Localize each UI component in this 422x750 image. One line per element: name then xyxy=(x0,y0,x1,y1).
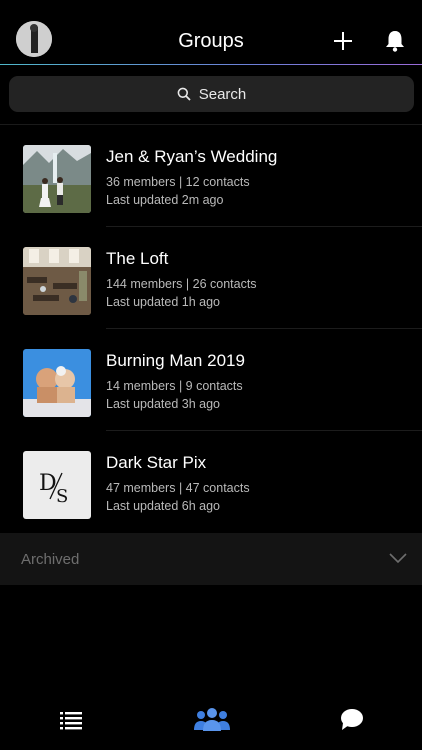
group-updated: Last updated 3h ago xyxy=(106,397,220,411)
tab-chat[interactable] xyxy=(340,706,364,732)
burning-man-photo xyxy=(23,349,91,417)
tab-bar xyxy=(0,694,422,750)
group-thumbnail xyxy=(23,349,91,417)
header-accent-line xyxy=(0,64,422,65)
groups-icon xyxy=(194,708,230,731)
ds-logo: D S xyxy=(23,451,91,519)
group-thumbnail: D S xyxy=(23,451,91,519)
wedding-photo xyxy=(23,145,91,213)
chevron-down-icon xyxy=(389,553,407,564)
archived-section[interactable]: Archived xyxy=(0,533,422,585)
search-icon xyxy=(177,87,191,101)
chat-icon xyxy=(341,709,363,730)
group-name: Jen & Ryan’s Wedding xyxy=(106,147,278,166)
page-title: Groups xyxy=(178,30,244,52)
plus-icon xyxy=(334,32,352,50)
group-members: 14 members | 9 contacts xyxy=(106,379,243,393)
group-item-dark-star-pix[interactable]: D S Dark Star Pix 47 members | 47 contac… xyxy=(0,431,422,533)
group-name: The Loft xyxy=(106,249,169,268)
group-members: 47 members | 47 contacts xyxy=(106,481,250,495)
search-bar[interactable]: Search xyxy=(9,76,414,112)
svg-text:S: S xyxy=(56,486,68,507)
notifications-button[interactable] xyxy=(384,29,406,53)
list-icon xyxy=(60,712,82,730)
bell-icon xyxy=(386,31,404,52)
group-name: Dark Star Pix xyxy=(106,453,207,472)
group-name: Burning Man 2019 xyxy=(106,351,245,370)
search-label: Search xyxy=(198,85,247,103)
group-thumbnail xyxy=(23,145,91,213)
svg-text:D: D xyxy=(39,471,57,496)
group-updated: Last updated 6h ago xyxy=(106,499,220,513)
tab-list[interactable] xyxy=(59,706,83,732)
group-item-the-loft[interactable]: The Loft 144 members | 26 contacts Last … xyxy=(0,227,422,329)
group-updated: Last updated 2m ago xyxy=(106,193,224,207)
add-group-button[interactable] xyxy=(330,28,356,54)
group-item-burning-man-2019[interactable]: Burning Man 2019 14 members | 9 contacts… xyxy=(0,329,422,431)
group-updated: Last updated 1h ago xyxy=(106,295,220,309)
group-thumbnail xyxy=(23,247,91,315)
archived-label: Archived xyxy=(21,551,80,568)
group-members: 36 members | 12 contacts xyxy=(106,175,250,189)
loft-photo xyxy=(23,247,91,315)
group-item-jen-ryans-wedding[interactable]: Jen & Ryan’s Wedding 36 members | 12 con… xyxy=(0,125,422,227)
group-members: 144 members | 26 contacts xyxy=(106,277,257,291)
header: Groups xyxy=(0,0,422,64)
tab-groups[interactable] xyxy=(192,706,232,732)
